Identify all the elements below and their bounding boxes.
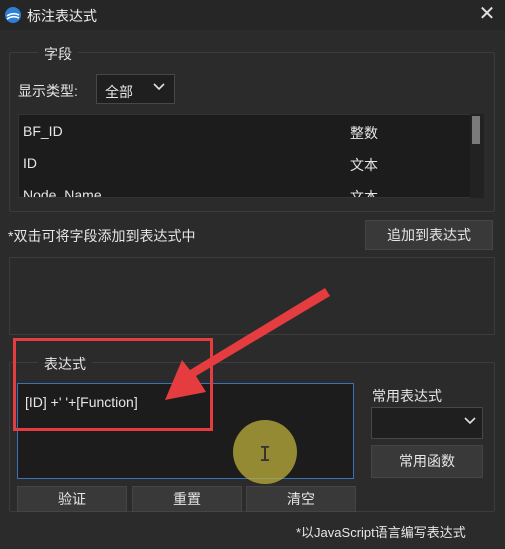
close-icon[interactable]: ✕ [474,2,500,26]
window-title: 标注表达式 [27,8,97,24]
append-to-expression-button[interactable]: 追加到表达式 [365,220,493,250]
common-expression-label: 常用表达式 [372,388,442,404]
field-group-legend: 字段 [38,44,78,64]
display-type-value: 全部 [105,84,133,100]
list-item[interactable]: ID 文本 [19,147,471,179]
list-item[interactable]: BF_ID 整数 [19,115,471,147]
field-type: 整数 [350,125,378,141]
chevron-down-icon [464,417,476,425]
text-cursor-icon: I [259,442,272,466]
chevron-down-icon [153,83,165,91]
field-name: ID [23,155,37,171]
scrollbar-thumb[interactable] [472,116,480,144]
reset-button[interactable]: 重置 [132,486,242,512]
list-item[interactable]: Node_Name 文本 [19,179,471,198]
field-list[interactable]: BF_ID 整数 ID 文本 Node_Name 文本 [18,114,484,198]
verify-button[interactable]: 验证 [17,486,127,512]
empty-panel [9,257,495,335]
double-click-hint: *双击可将字段添加到表达式中 [8,228,196,244]
common-functions-button[interactable]: 常用函数 [371,445,483,478]
javascript-note: *以JavaScript语言编写表达式 [296,525,466,540]
field-name: Node_Name [23,187,102,198]
clear-button[interactable]: 清空 [246,486,356,512]
app-logo-icon [5,7,21,23]
field-type: 文本 [350,189,378,198]
field-type: 文本 [350,157,378,173]
field-name: BF_ID [23,123,63,139]
display-type-label: 显示类型: [18,83,78,99]
highlight-rectangle [13,338,213,431]
